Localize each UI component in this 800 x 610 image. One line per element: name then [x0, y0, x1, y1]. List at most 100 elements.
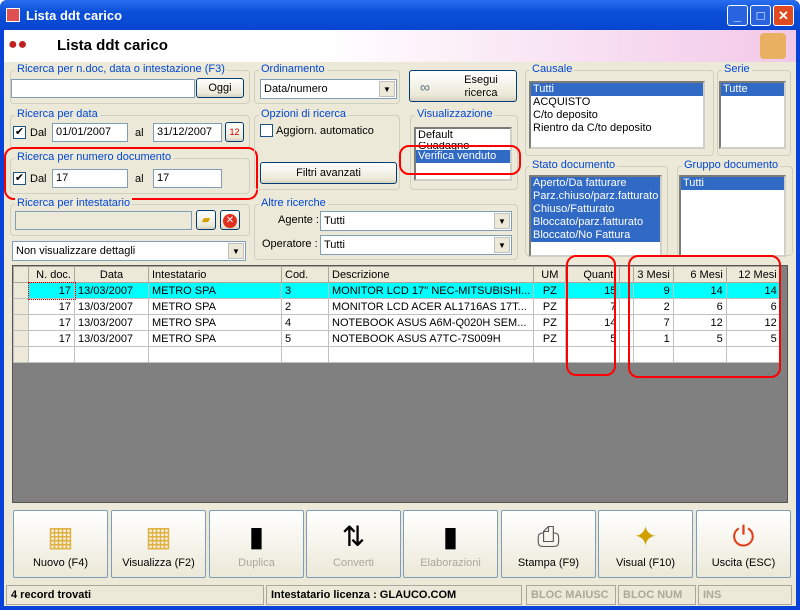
table-cell[interactable]: 3: [281, 282, 329, 299]
table-cell[interactable]: 13/03/2007: [74, 282, 149, 299]
visualizza-button[interactable]: ▦ Visualizza (F2): [111, 510, 206, 578]
row-header[interactable]: [13, 314, 29, 331]
stampa-button[interactable]: ⎙ Stampa (F9): [501, 510, 596, 578]
col-header[interactable]: Intestatario: [148, 266, 282, 283]
list-item[interactable]: Tutti: [681, 177, 784, 190]
list-item[interactable]: Tutte: [721, 83, 784, 96]
minimize-button[interactable]: _: [727, 5, 748, 26]
col-header[interactable]: Descrizione: [327, 266, 535, 283]
header-band: ●● Lista ddt carico: [4, 30, 796, 62]
group-label: Serie: [722, 63, 752, 75]
table-cell[interactable]: MONITOR LCD ACER AL1716AS 17T...: [327, 298, 535, 315]
row-header[interactable]: [13, 282, 29, 299]
list-item[interactable]: Aperto/Da fatturare: [531, 177, 660, 190]
exit-icon: ⏻: [732, 521, 755, 552]
col-header[interactable]: Cod.: [281, 266, 329, 283]
chevron-down-icon: ▼: [379, 81, 395, 97]
operator-select[interactable]: Tutti ▼: [320, 235, 512, 255]
table-cell[interactable]: [148, 346, 282, 363]
table-cell[interactable]: 13/03/2007: [74, 298, 149, 315]
label: Dal: [30, 127, 47, 139]
strawberry-logo-icon: ●●: [8, 36, 28, 53]
table-cell[interactable]: 5: [281, 330, 329, 347]
table-cell[interactable]: METRO SPA: [148, 314, 282, 331]
row-header[interactable]: [13, 330, 29, 347]
table-cell[interactable]: 4: [281, 314, 329, 331]
button-label: Visual (F10): [615, 557, 676, 569]
run-search-button[interactable]: ∞ Esegui ricerca: [409, 70, 517, 102]
calendar-icon[interactable]: 12: [225, 122, 244, 142]
process-icon: ▮: [442, 521, 459, 552]
list-item[interactable]: ACQUISTO: [531, 96, 703, 109]
advanced-filters-button[interactable]: Filtri avanzati: [260, 162, 397, 184]
causale-listbox[interactable]: Tutti ACQUISTO C/to deposito Rientro da …: [529, 81, 705, 149]
table-cell[interactable]: PZ: [533, 314, 567, 331]
table-cell[interactable]: 17: [27, 281, 76, 300]
list-item[interactable]: Bloccato/parz.fatturato: [531, 216, 660, 229]
table-cell[interactable]: METRO SPA: [148, 282, 282, 299]
date-to-input[interactable]: 31/12/2007: [153, 123, 222, 142]
ordering-select[interactable]: Data/numero ▼: [260, 79, 397, 99]
search-input[interactable]: [11, 79, 195, 98]
details-select[interactable]: Non visualizzare dettagli ▼: [12, 241, 246, 261]
window-title: Lista ddt carico: [26, 8, 123, 23]
stato-listbox[interactable]: Aperto/Da fatturare Parz.chiuso/parz.fat…: [529, 175, 662, 257]
table-cell[interactable]: METRO SPA: [148, 298, 282, 315]
table-cell[interactable]: [327, 346, 535, 363]
table-cell[interactable]: PZ: [533, 282, 567, 299]
table-cell[interactable]: [533, 346, 567, 363]
table-cell[interactable]: [281, 346, 329, 363]
duplica-button[interactable]: ▮ Duplica: [209, 510, 304, 578]
list-item[interactable]: C/to deposito: [531, 109, 703, 122]
table-cell[interactable]: PZ: [533, 298, 567, 315]
table-cell[interactable]: [74, 346, 149, 363]
table-cell[interactable]: [28, 346, 75, 363]
magic-wand-icon: ✦: [633, 521, 658, 552]
table-cell[interactable]: 17: [28, 330, 75, 347]
agent-select[interactable]: Tutti ▼: [320, 211, 512, 231]
table-cell[interactable]: NOTEBOOK ASUS A6M-Q020H SEM...: [327, 314, 535, 331]
folder-icon[interactable]: ▰: [196, 210, 216, 230]
nuovo-button[interactable]: ▦ Nuovo (F4): [13, 510, 108, 578]
group-label: Ordinamento: [259, 63, 327, 75]
table-cell[interactable]: 13/03/2007: [74, 330, 149, 347]
maximize-button[interactable]: □: [750, 5, 771, 26]
close-button[interactable]: ✕: [773, 5, 794, 26]
clear-icon[interactable]: ✕: [220, 210, 240, 230]
converti-button[interactable]: ⇅ Converti: [306, 510, 401, 578]
owner-input[interactable]: [15, 211, 192, 230]
table-cell[interactable]: 13/03/2007: [74, 314, 149, 331]
table-cell[interactable]: METRO SPA: [148, 330, 282, 347]
label: Agente :: [278, 214, 319, 226]
col-header[interactable]: Data: [74, 266, 149, 283]
table-cell[interactable]: PZ: [533, 330, 567, 347]
list-item[interactable]: Parz.chiuso/parz.fatturato: [531, 190, 660, 203]
col-header[interactable]: N. doc.: [28, 266, 75, 283]
serie-listbox[interactable]: Tutte: [719, 81, 786, 149]
uscita-button[interactable]: ⏻ Uscita (ESC): [696, 510, 791, 578]
date-from-input[interactable]: 01/01/2007: [52, 123, 128, 142]
today-button[interactable]: Oggi: [196, 78, 244, 98]
row-header[interactable]: [13, 298, 29, 315]
table-cell[interactable]: MONITOR LCD 17'' NEC-MITSUBISHI...: [327, 282, 535, 299]
row-header[interactable]: [13, 346, 29, 363]
list-item[interactable]: Default: [416, 129, 510, 142]
button-label: Duplica: [238, 557, 275, 569]
list-item[interactable]: Tutti: [531, 83, 703, 96]
table-cell[interactable]: NOTEBOOK ASUS A7TC-7S009H: [327, 330, 535, 347]
list-item[interactable]: Rientro da C/to deposito: [531, 122, 703, 135]
table-cell[interactable]: 17: [28, 314, 75, 331]
list-item[interactable]: Chiuso/Fatturato: [531, 203, 660, 216]
view-icon: ▦: [145, 521, 172, 552]
visual-button[interactable]: ✦ Visual (F10): [598, 510, 693, 578]
gruppo-listbox[interactable]: Tutti: [679, 175, 786, 257]
group-label: Ricerca per n.doc, data o intestazione (…: [15, 63, 227, 75]
table-cell[interactable]: 2: [281, 298, 329, 315]
col-header[interactable]: UM: [533, 266, 567, 283]
elaborazioni-button[interactable]: ▮ Elaborazioni: [403, 510, 498, 578]
chevron-down-icon: ▼: [228, 243, 244, 259]
list-item[interactable]: Bloccato/No Fattura: [531, 229, 660, 242]
date-checkbox[interactable]: ✔: [13, 126, 26, 139]
auto-update-checkbox[interactable]: [260, 124, 273, 137]
table-cell[interactable]: 17: [28, 298, 75, 315]
